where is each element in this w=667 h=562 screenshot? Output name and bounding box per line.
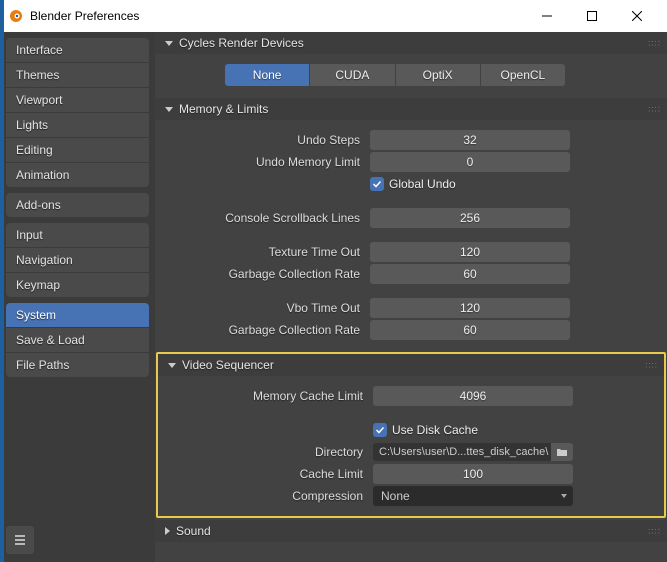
sidebar-item-save-load[interactable]: Save & Load (6, 328, 149, 353)
grip-icon: :::: (648, 39, 661, 48)
minimize-button[interactable] (524, 0, 569, 32)
render-device-opencl[interactable]: OpenCL (481, 64, 565, 86)
global-undo-checkbox[interactable] (370, 177, 384, 191)
sidebar-item-add-ons[interactable]: Add-ons (6, 193, 149, 217)
section-header-cycles[interactable]: Cycles Render Devices :::: (155, 32, 667, 54)
section-video-sequencer: Video Sequencer :::: Memory Cache Limit4… (156, 352, 666, 518)
sidebar-item-interface[interactable]: Interface (6, 38, 149, 63)
chevron-down-icon (165, 107, 173, 112)
texture-timeout-field[interactable]: 120 (370, 242, 570, 262)
browse-folder-button[interactable] (551, 443, 573, 461)
sidebar-item-themes[interactable]: Themes (6, 63, 149, 88)
render-device-none[interactable]: None (225, 64, 310, 86)
main-panel: Cycles Render Devices :::: NoneCUDAOptiX… (155, 32, 667, 562)
sidebar-item-system[interactable]: System (6, 303, 149, 328)
section-title: Memory & Limits (179, 102, 268, 116)
vbo-timeout-field[interactable]: 120 (370, 298, 570, 318)
render-device-segmented: NoneCUDAOptiXOpenCL (225, 64, 565, 86)
gc-rate-1-field[interactable]: 60 (370, 264, 570, 284)
use-disk-cache-label: Use Disk Cache (392, 423, 478, 437)
chevron-down-icon (165, 41, 173, 46)
section-header-video[interactable]: Video Sequencer :::: (158, 354, 664, 376)
undo-memory-label: Undo Memory Limit (165, 155, 370, 169)
sidebar-item-lights[interactable]: Lights (6, 113, 149, 138)
section-title: Video Sequencer (182, 358, 274, 372)
render-device-cuda[interactable]: CUDA (310, 64, 395, 86)
section-sound: Sound :::: (155, 520, 667, 542)
cache-limit-field[interactable]: 100 (373, 464, 573, 484)
compression-dropdown[interactable]: None (373, 486, 573, 506)
sidebar-item-keymap[interactable]: Keymap (6, 273, 149, 297)
gc-rate-2-field[interactable]: 60 (370, 320, 570, 340)
section-header-sound[interactable]: Sound :::: (155, 520, 667, 542)
compression-label: Compression (168, 489, 373, 503)
section-title: Sound (176, 524, 211, 538)
memory-cache-label: Memory Cache Limit (168, 389, 373, 403)
texture-timeout-label: Texture Time Out (165, 245, 370, 259)
cache-limit-label: Cache Limit (168, 467, 373, 481)
sidebar-item-viewport[interactable]: Viewport (6, 88, 149, 113)
window-left-accent (0, 0, 4, 562)
memory-cache-field[interactable]: 4096 (373, 386, 573, 406)
chevron-right-icon (165, 527, 170, 535)
close-button[interactable] (614, 0, 659, 32)
sidebar-item-animation[interactable]: Animation (6, 163, 149, 187)
undo-steps-field[interactable]: 32 (370, 130, 570, 150)
directory-field[interactable]: C:\Users\user\D...ttes_disk_cache\ (373, 443, 551, 461)
sidebar-item-input[interactable]: Input (6, 223, 149, 248)
section-title: Cycles Render Devices (179, 36, 304, 50)
console-scrollback-label: Console Scrollback Lines (165, 211, 370, 225)
undo-steps-label: Undo Steps (165, 133, 370, 147)
hamburger-menu-button[interactable] (6, 526, 34, 554)
global-undo-label: Global Undo (389, 177, 456, 191)
sidebar-item-editing[interactable]: Editing (6, 138, 149, 163)
grip-icon: :::: (648, 105, 661, 114)
window-title: Blender Preferences (30, 9, 524, 23)
grip-icon: :::: (648, 527, 661, 536)
blender-logo-icon (8, 8, 24, 24)
section-header-memory[interactable]: Memory & Limits :::: (155, 98, 667, 120)
use-disk-cache-checkbox[interactable] (373, 423, 387, 437)
render-device-optix[interactable]: OptiX (396, 64, 481, 86)
sidebar-item-navigation[interactable]: Navigation (6, 248, 149, 273)
chevron-down-icon (168, 363, 176, 368)
titlebar: Blender Preferences (0, 0, 667, 32)
sidebar-item-file-paths[interactable]: File Paths (6, 353, 149, 377)
gc-rate-2-label: Garbage Collection Rate (165, 323, 370, 337)
vbo-timeout-label: Vbo Time Out (165, 301, 370, 315)
undo-memory-field[interactable]: 0 (370, 152, 570, 172)
section-memory: Memory & Limits :::: Undo Steps32 Undo M… (155, 98, 667, 350)
sidebar: InterfaceThemesViewportLightsEditingAnim… (0, 32, 155, 562)
section-cycles: Cycles Render Devices :::: NoneCUDAOptiX… (155, 32, 667, 96)
gc-rate-1-label: Garbage Collection Rate (165, 267, 370, 281)
console-scrollback-field[interactable]: 256 (370, 208, 570, 228)
maximize-button[interactable] (569, 0, 614, 32)
directory-label: Directory (168, 445, 373, 459)
grip-icon: :::: (645, 361, 658, 370)
